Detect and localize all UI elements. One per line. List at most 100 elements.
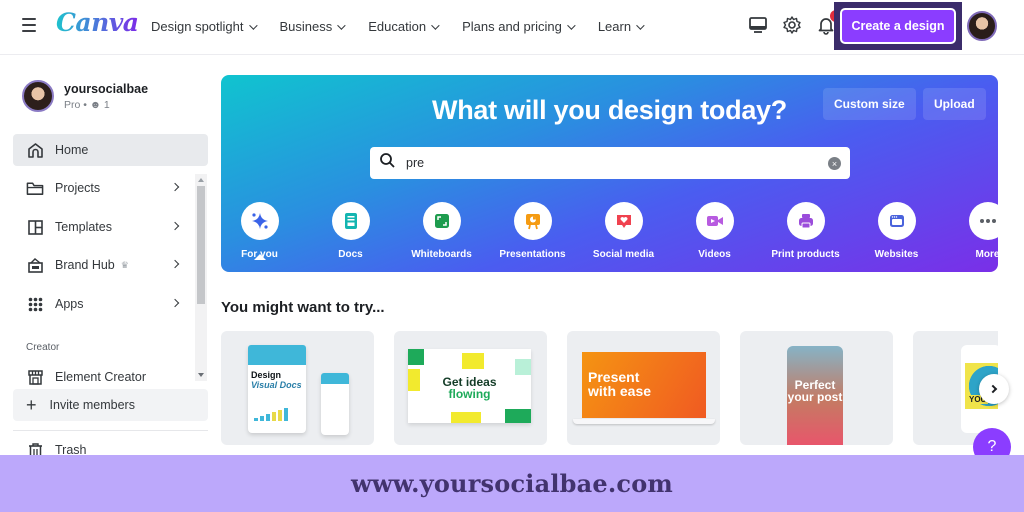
category-docs[interactable]: Docs [305,202,396,260]
category-websites[interactable]: Websites [851,202,942,260]
sidebar-item-label: Home [55,143,89,157]
store-icon [26,368,44,386]
sidebar-item-templates[interactable]: Templates [13,211,208,243]
whiteboard-text: Get ideas flowing [408,376,531,400]
sidebar-item-label: Apps [55,297,84,311]
creator-heading: Creator [26,342,60,353]
category-label: Print products [771,249,840,260]
category-social-media[interactable]: Social media [578,202,669,260]
invite-members-button[interactable]: + Invite members [13,389,208,421]
selected-pointer [254,254,266,260]
card-text: Design [251,370,282,380]
category-whiteboards[interactable]: Whiteboards [396,202,487,260]
menu-icon[interactable] [22,18,36,32]
suggestion-card-presentation[interactable]: Present with ease [567,331,720,445]
chevron-down-icon [566,20,576,30]
category-more[interactable]: More [942,202,998,260]
card-text: flowing [448,387,491,401]
sidebar-item-projects[interactable]: Projects [13,172,208,204]
suggestion-card-docs[interactable]: Design Visual Docs [221,331,374,445]
category-print-products[interactable]: Print products [760,202,851,260]
search-bar[interactable]: × [370,147,850,179]
doc-title: Design Visual Docs [251,370,306,390]
account-avatar[interactable] [967,11,997,41]
phone-preview [321,373,349,435]
docs-icon [331,202,370,240]
user-info: yoursocialbae Pro • ☻ 1 [64,82,148,111]
chevron-down-icon [431,20,440,30]
nav-design-spotlight[interactable]: Design spotlight [151,19,258,34]
nav-business[interactable]: Business [280,19,346,34]
category-row: For you Docs Whiteboards Presentations S… [221,202,998,272]
category-label: Social media [592,249,655,260]
user-name: yoursocialbae [64,81,149,96]
whiteboard-preview: Get ideas flowing [408,349,531,423]
avatar [22,80,54,112]
apps-icon [26,295,44,313]
templates-icon [26,218,44,236]
category-videos[interactable]: Videos [669,202,760,260]
plan-label: Pro [64,98,81,111]
sidebar-item-brand-hub[interactable]: Brand Hub ♛ [13,249,208,281]
suggestion-card-whiteboard[interactable]: Get ideas flowing [394,331,547,445]
top-bar: Canva Design spotlight Business Educatio… [0,0,1024,55]
desktop-icon[interactable] [748,15,768,35]
nav-label: Learn [597,19,632,34]
invite-label: Invite members [49,398,135,412]
doc-preview: Design Visual Docs [248,345,306,433]
bell-icon[interactable]: 1 [816,10,842,35]
sidebar-item-apps[interactable]: Apps [13,288,208,320]
nav-label: Education [368,19,427,34]
suggestion-card-social-post[interactable]: Perfect your post [740,331,893,445]
whiteboard-icon [422,202,461,240]
chevron-right-icon [170,298,180,308]
sidebar-scrollbar[interactable] [195,174,207,381]
top-icons: 1 [748,10,842,35]
sidebar-item-label: Projects [55,181,101,195]
crown-icon: ♛ [120,259,129,270]
website-icon [877,202,916,240]
laptop-base [573,419,715,424]
chevron-down-icon [337,20,346,30]
sidebar: yoursocialbae Pro • ☻ 1 Home Projects Te… [0,56,215,458]
doc-chart [254,408,288,421]
upload-button[interactable]: Upload [923,88,986,120]
post-text: Perfect your post [787,379,843,403]
search-icon [379,152,396,174]
watermark-banner: www.yoursocialbae.com [0,455,1024,512]
nav-label: Plans and pricing [462,19,562,34]
category-presentations[interactable]: Presentations [487,202,578,260]
category-label: Websites [874,249,919,260]
user-plan: Pro • ☻ 1 [64,98,110,111]
category-label: More [975,249,998,260]
chevron-down-icon [248,20,258,30]
clear-search-icon[interactable]: × [828,157,841,170]
sidebar-item-home[interactable]: Home [13,134,208,166]
sidebar-item-label: Brand Hub [55,258,115,272]
chevron-right-icon [170,221,180,231]
category-for-you[interactable]: For you [221,202,305,260]
category-label: Docs [338,249,363,260]
category-label: Presentations [499,249,566,260]
search-input[interactable] [406,156,806,170]
nav-plans-pricing[interactable]: Plans and pricing [462,19,576,34]
user-profile[interactable]: yoursocialbae Pro • ☻ 1 [22,80,148,112]
canva-logo[interactable]: Canva [56,8,139,37]
create-design-button[interactable]: Create a design [840,8,956,44]
folder-icon [26,179,44,197]
gear-icon[interactable] [782,15,802,35]
more-icon [968,202,998,240]
sparkle-icon [240,202,279,240]
scroll-down-arrow[interactable] [198,373,204,377]
scroll-thumb[interactable] [197,186,205,304]
custom-size-button[interactable]: Custom size [823,88,916,120]
scroll-up-arrow[interactable] [198,178,204,182]
presentation-icon [513,202,552,240]
chevron-right-icon [170,182,180,192]
nav-education[interactable]: Education [368,19,440,34]
hero-banner: What will you design today? Custom size … [221,75,998,272]
watermark-text: www.yoursocialbae.com [350,469,674,498]
nav-learn[interactable]: Learn [597,19,645,34]
divider [13,430,208,431]
carousel-next-button[interactable] [979,374,1009,404]
